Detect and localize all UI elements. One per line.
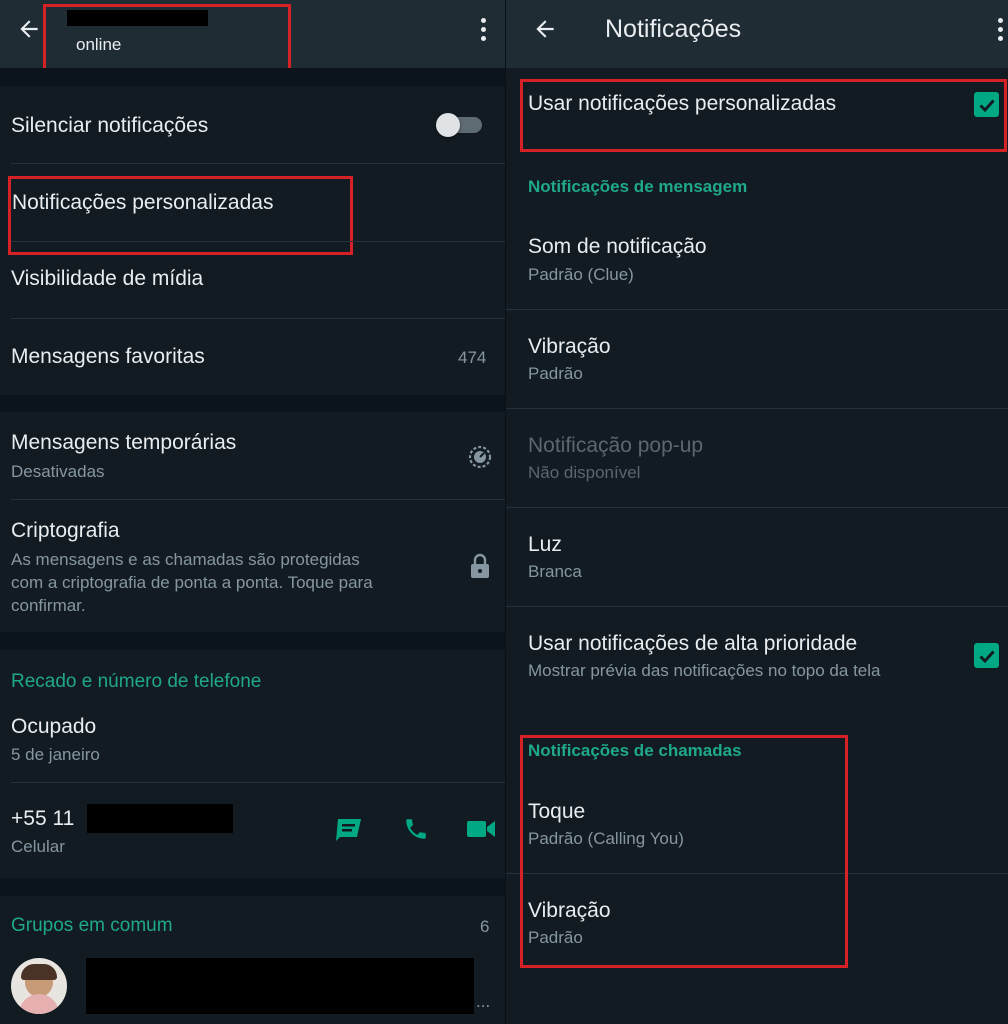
video-call-icon[interactable] <box>465 817 497 841</box>
phone-row[interactable]: +55 11 Celular <box>0 783 505 878</box>
contact-status: online <box>76 35 122 54</box>
more-options-icon[interactable] <box>477 14 489 44</box>
starred-messages-row[interactable]: Mensagens favoritas 474 <box>0 319 505 395</box>
starred-messages-label: Mensagens favoritas <box>11 345 205 368</box>
redacted-group-name <box>86 958 474 1014</box>
light-label: Luz <box>528 533 562 556</box>
use-custom-notifications-label: Usar notificações personalizadas <box>528 92 837 115</box>
group-list-item[interactable]: ... <box>0 950 505 1024</box>
redacted-contact-name <box>67 10 208 26</box>
call-vibration-label: Vibração <box>528 899 611 922</box>
starred-messages-count: 474 <box>458 348 487 367</box>
groups-count: 6 <box>480 917 490 936</box>
about-text: Ocupado <box>11 715 97 738</box>
disappearing-messages-label: Mensagens temporárias <box>11 431 237 454</box>
custom-notifications-row[interactable]: Notificações personalizadas <box>0 164 505 241</box>
lock-icon <box>468 552 492 580</box>
page-title: Notificações <box>605 15 742 43</box>
use-custom-notifications-checkbox[interactable] <box>974 92 999 117</box>
high-priority-label: Usar notificações de alta prioridade <box>528 632 858 655</box>
mute-toggle-thumb[interactable] <box>436 113 460 137</box>
encryption-row[interactable]: Criptografia As mensagens e as chamadas … <box>0 500 505 632</box>
group-avatar <box>11 958 67 1014</box>
message-vibration-label: Vibração <box>528 335 611 358</box>
encryption-label: Criptografia <box>11 519 120 542</box>
groups-section-header: Grupos em comum <box>11 915 173 936</box>
notifications-app-bar: Notificações <box>506 0 1008 68</box>
high-priority-row[interactable]: Usar notificações de alta prioridade Mos… <box>506 607 1008 705</box>
voice-call-icon[interactable] <box>401 815 431 843</box>
light-row[interactable]: Luz Branca <box>506 508 1008 606</box>
back-arrow-icon[interactable] <box>530 14 560 44</box>
section-gap <box>0 395 505 412</box>
message-notifications-header: Notificações de mensagem <box>528 177 748 196</box>
redacted-phone-digits <box>87 804 233 833</box>
notification-sound-value: Padrão (Clue) <box>528 265 634 284</box>
mute-notifications-label: Silenciar notificações <box>11 114 209 137</box>
encryption-description-line: As mensagens e as chamadas são protegida… <box>11 550 360 569</box>
notification-sound-row[interactable]: Som de notificação Padrão (Clue) <box>506 210 1008 309</box>
popup-notification-value: Não disponível <box>528 463 641 482</box>
more-options-icon[interactable] <box>994 14 1006 44</box>
light-value: Branca <box>528 562 582 581</box>
popup-notification-row: Notificação pop-up Não disponível <box>506 409 1008 507</box>
message-vibration-row[interactable]: Vibração Padrão <box>506 310 1008 408</box>
contact-info-panel: online Silenciar notificações Notificaçõ… <box>0 0 505 1024</box>
call-vibration-value: Padrão <box>528 928 583 947</box>
disappearing-messages-status: Desativadas <box>11 462 105 481</box>
phone-type: Celular <box>11 837 65 856</box>
contact-app-bar: online <box>0 0 505 68</box>
about-section-header: Recado e número de telefone <box>11 671 262 692</box>
group-name-ellipsis: ... <box>476 992 491 1011</box>
ringtone-value: Padrão (Calling You) <box>528 829 684 848</box>
popup-notification-label: Notificação pop-up <box>528 434 704 457</box>
message-vibration-value: Padrão <box>528 364 583 383</box>
high-priority-description: Mostrar prévia das notificações no topo … <box>528 661 881 680</box>
section-gap <box>0 632 505 650</box>
message-icon[interactable] <box>333 816 365 842</box>
section-gap <box>0 68 505 86</box>
about-row[interactable]: Ocupado 5 de janeiro <box>0 700 505 782</box>
disappearing-messages-row[interactable]: Mensagens temporárias Desativadas <box>0 412 505 499</box>
use-custom-notifications-row[interactable]: Usar notificações personalizadas <box>506 68 1008 158</box>
call-vibration-row[interactable]: Vibração Padrão <box>506 874 1008 972</box>
call-notifications-header: Notificações de chamadas <box>528 741 742 760</box>
high-priority-checkbox[interactable] <box>974 643 999 668</box>
about-date: 5 de janeiro <box>11 745 100 764</box>
ringtone-row[interactable]: Toque Padrão (Calling You) <box>506 775 1008 873</box>
phone-number: +55 11 <box>11 807 75 830</box>
notifications-settings-panel: Notificações Usar notificações personali… <box>505 0 1008 1024</box>
media-visibility-label: Visibilidade de mídia <box>11 267 204 290</box>
notification-sound-label: Som de notificação <box>528 235 707 258</box>
encryption-description-line: confirmar. <box>11 596 86 615</box>
back-arrow-icon[interactable] <box>14 14 44 44</box>
encryption-description-line: com a criptografia de ponta a ponta. Toq… <box>11 573 373 592</box>
mute-notifications-row[interactable]: Silenciar notificações <box>0 86 505 164</box>
media-visibility-row[interactable]: Visibilidade de mídia <box>0 242 505 319</box>
section-gap <box>0 878 505 896</box>
timer-icon <box>466 443 494 471</box>
custom-notifications-label: Notificações personalizadas <box>12 191 274 214</box>
ringtone-label: Toque <box>528 800 586 823</box>
